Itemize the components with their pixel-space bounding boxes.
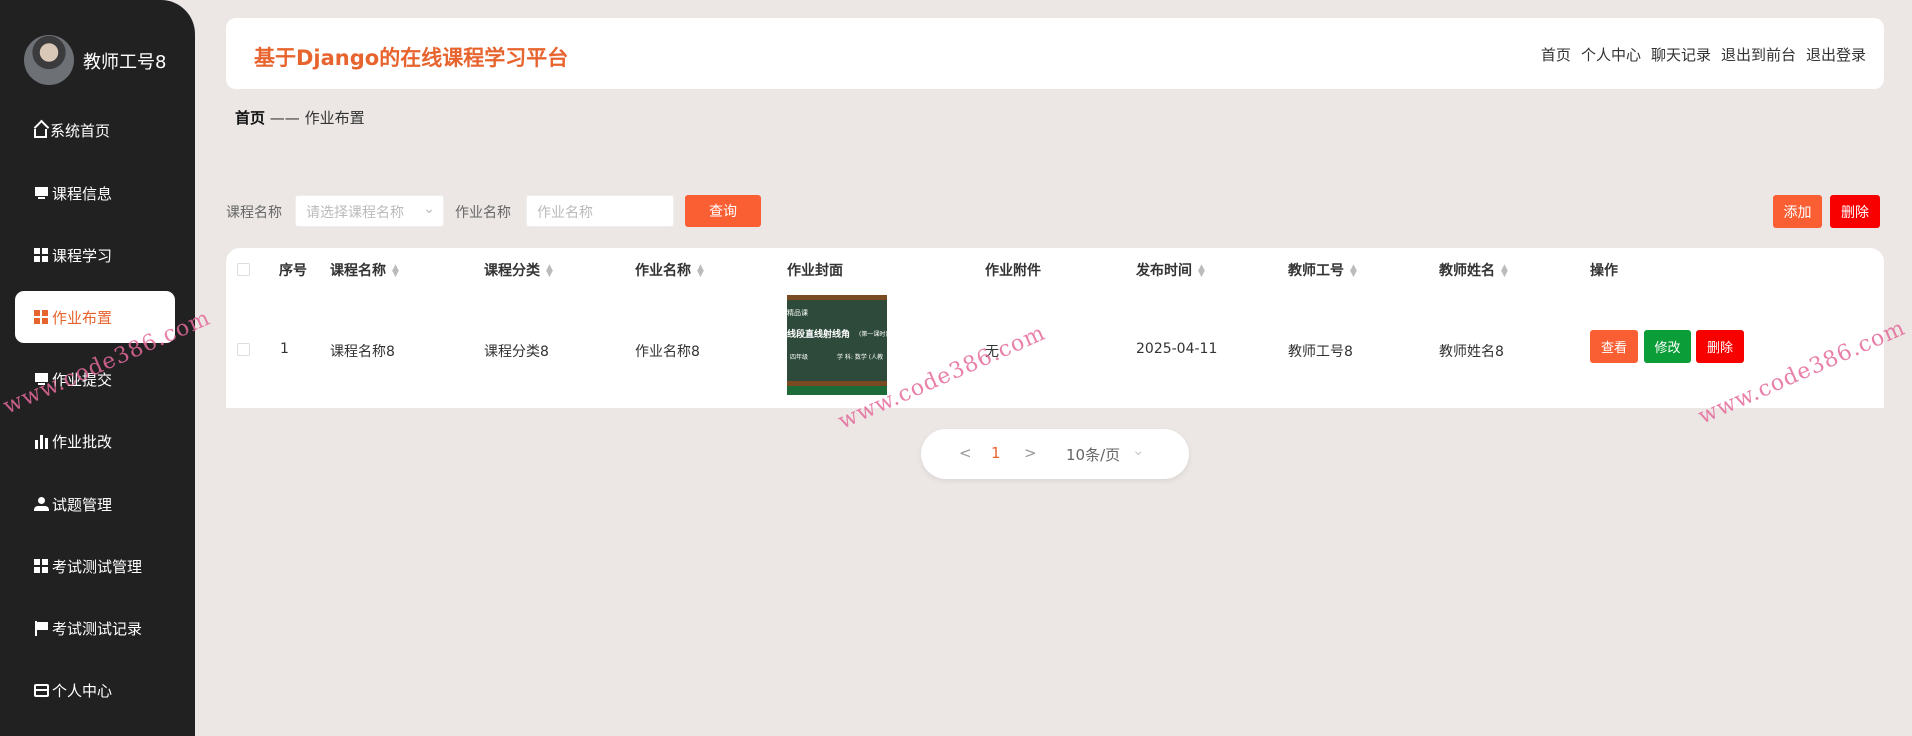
course-name-select[interactable]: 请选择课程名称 ⌄ [295,195,444,227]
flag-icon [34,620,49,636]
breadcrumb-current: 作业布置 [304,109,365,127]
site-title: 基于Django的在线课程学习平台 [254,46,569,70]
sidebar-item-label: 课程学习 [52,246,113,265]
hw-name-label: 作业名称 [455,205,511,221]
breadcrumb-separator: —— [269,109,300,127]
card-icon [34,683,49,697]
cover-text: 学 科: 数学 (人教 [837,354,884,361]
bar-chart-icon [34,433,49,449]
cell-index: 1 [280,341,289,357]
cell-category: 课程分类8 [484,344,549,360]
cover-text: 线段直线射线角 [787,330,851,340]
hw-input-placeholder: 作业名称 [537,205,593,221]
col-label: 作业名称 [635,263,691,279]
col-cover: 作业封面 [787,263,843,279]
delete-button[interactable]: 删除 [1696,330,1744,363]
sort-icon[interactable]: ▲ ▼ [546,264,553,279]
add-button[interactable]: 添加 [1773,195,1822,228]
col-course[interactable]: 课程名称 ▲ ▼ [330,260,399,280]
breadcrumb-home[interactable]: 首页 [235,109,265,127]
user-icon [34,496,49,512]
cover-image[interactable]: 精品课 线段直线射线角 (第一课时) 四年级 学 科: 数学 (人教 [787,295,887,395]
grid-icon [34,309,49,325]
col-teacher-no[interactable]: 教师工号 ▲ ▼ [1288,260,1357,280]
course-name-label: 课程名称 [226,205,282,221]
page-1[interactable]: 1 [991,444,1001,462]
nav-home[interactable]: 首页 [1541,44,1571,65]
query-button[interactable]: 查询 [685,195,761,227]
sidebar-item-label: 考试测试管理 [52,557,143,576]
sidebar-item-label: 个人中心 [52,681,113,700]
sidebar-item-exam-manage[interactable]: 考试测试管理 [15,540,175,592]
home-icon [34,128,47,138]
sidebar-item-home[interactable]: 系统首页 [15,104,175,156]
homework-table: 序号 课程名称 ▲ ▼ 课程分类 ▲ ▼ 作业名称 ▲ ▼ 作业封面 作业附件 发布时间 ▲ ▼… [226,248,1884,408]
select-all-checkbox[interactable] [237,263,250,276]
bulk-delete-button[interactable]: 删除 [1830,195,1880,228]
sidebar-item-exam-records[interactable]: 考试测试记录 [15,602,175,654]
sidebar-item-course-study[interactable]: 课程学习 [15,229,175,281]
cell-date: 2025-04-11 [1136,341,1218,357]
col-label: 教师工号 [1288,263,1344,279]
sidebar-item-homework-grade[interactable]: 作业批改 [15,415,175,467]
sidebar-item-label: 考试测试记录 [52,619,143,638]
nav-chat[interactable]: 聊天记录 [1651,44,1711,65]
header: 基于Django的在线课程学习平台 首页 个人中心 聊天记录 退出到前台 退出登… [226,18,1884,89]
sidebar-item-label: 试题管理 [52,495,113,514]
col-date[interactable]: 发布时间 ▲ ▼ [1136,260,1205,280]
grid-icon [34,558,49,574]
nav-logout[interactable]: 退出登录 [1806,44,1866,65]
breadcrumb: 首页 —— 作业布置 [235,107,365,128]
sort-icon[interactable]: ▲ ▼ [697,264,704,279]
course-select-placeholder: 请选择课程名称 [306,205,404,221]
col-hw-name[interactable]: 作业名称 ▲ ▼ [635,260,704,280]
chevron-down-icon: ⌄ [423,201,435,217]
cover-text: (第一课时) [859,331,887,338]
cell-course: 课程名称8 [330,344,395,360]
view-button[interactable]: 查看 [1590,330,1638,363]
sidebar-item-label: 课程信息 [52,184,113,203]
prev-page-button[interactable]: < [959,444,972,462]
sidebar-item-course-info[interactable]: 课程信息 [15,167,175,219]
col-label: 教师姓名 [1439,263,1495,279]
cell-teacher-name: 教师姓名8 [1439,344,1504,360]
col-label: 课程名称 [330,263,386,279]
chevron-down-icon[interactable]: ⌄ [1132,441,1145,459]
hw-name-input[interactable]: 作业名称 [526,195,674,227]
col-attachment: 作业附件 [985,263,1041,279]
sidebar-item-profile[interactable]: 个人中心 [15,664,175,716]
page-size-select[interactable]: 10条/页 [1066,444,1120,465]
row-checkbox[interactable] [237,343,250,356]
nav-front[interactable]: 退出到前台 [1721,44,1796,65]
next-page-button[interactable]: > [1024,444,1037,462]
col-actions: 操作 [1590,263,1618,279]
sidebar-item-label: 作业布置 [52,308,113,327]
nav-profile[interactable]: 个人中心 [1581,44,1641,65]
cover-text: 四年级 [790,354,809,361]
sort-icon[interactable]: ▲ ▼ [1501,264,1508,279]
monitor-icon [34,186,49,201]
top-nav: 首页 个人中心 聊天记录 退出到前台 退出登录 [1541,44,1866,65]
cell-teacher-no: 教师工号8 [1288,344,1353,360]
sort-icon[interactable]: ▲ ▼ [1350,264,1357,279]
edit-button[interactable]: 修改 [1644,330,1691,363]
pagination: < 1 > 10条/页 ⌄ [921,429,1189,479]
col-label: 发布时间 [1136,263,1192,279]
user-name: 教师工号8 [83,52,167,73]
sidebar-item-label: 作业批改 [52,432,113,451]
sort-icon[interactable]: ▲ ▼ [392,264,399,279]
sidebar-item-questions[interactable]: 试题管理 [15,478,175,530]
col-index: 序号 [279,263,307,279]
sort-icon[interactable]: ▲ ▼ [1198,264,1205,279]
col-category[interactable]: 课程分类 ▲ ▼ [484,260,553,280]
col-label: 课程分类 [484,263,540,279]
cell-hw-name: 作业名称8 [635,344,700,360]
sidebar-item-label: 系统首页 [50,121,111,140]
grid-icon [34,247,49,263]
cover-text: 精品课 [787,309,808,317]
avatar[interactable] [24,35,74,85]
col-teacher-name[interactable]: 教师姓名 ▲ ▼ [1439,260,1508,280]
